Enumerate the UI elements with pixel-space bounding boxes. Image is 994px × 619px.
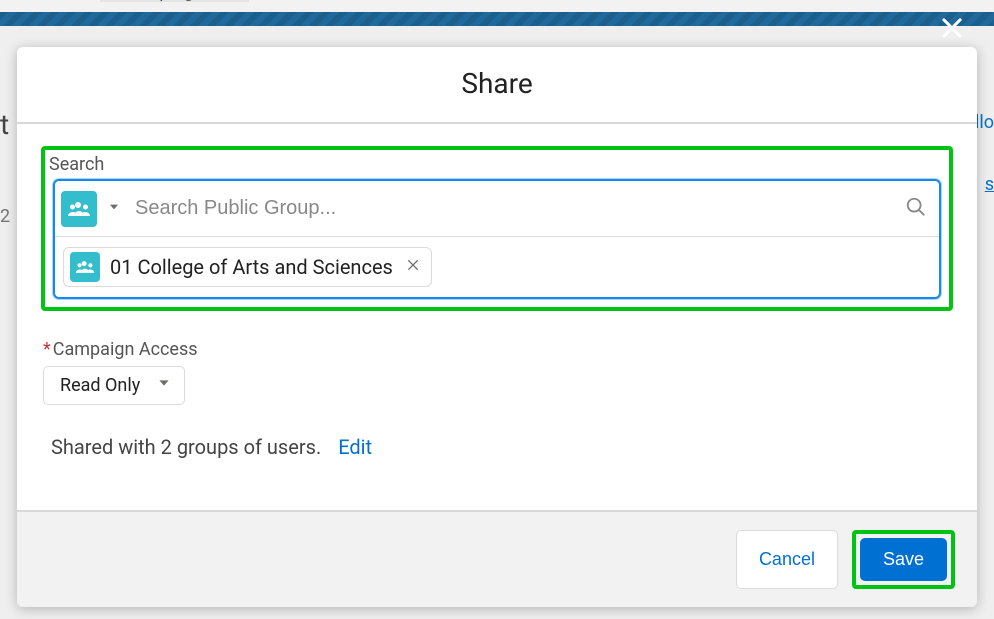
edit-link[interactable]: Edit [338, 435, 372, 459]
decorative-bar [0, 12, 994, 26]
access-block: *Campaign Access Read Only [41, 339, 953, 405]
shared-with-line: Shared with 2 groups of users. Edit [41, 435, 953, 459]
nav-item-licenses[interactable]: Licenses▾ [690, 0, 819, 2]
row-number-fragment: 2 [0, 206, 10, 227]
search-icon[interactable] [905, 196, 927, 222]
cancel-button[interactable]: Cancel [736, 530, 838, 589]
save-button[interactable]: Save [860, 538, 947, 581]
modal-footer: Cancel Save [17, 510, 977, 607]
pill-label: 01 College of Arts and Sciences [110, 255, 393, 279]
search-input[interactable] [121, 197, 905, 220]
nav-item-campaigns[interactable]: Campaigns▾ [100, 0, 249, 2]
search-region: Search [41, 146, 953, 311]
nav-item-contacts[interactable]: Contacts▾ [403, 0, 533, 2]
public-group-icon [61, 191, 97, 227]
modal-body: Search [17, 124, 977, 510]
shared-text: Shared with 2 groups of users. [51, 435, 321, 459]
required-star: * [43, 339, 51, 360]
nav-item-event[interactable]: Event L [819, 0, 921, 2]
save-highlight: Save [852, 530, 955, 589]
chevron-down-icon [156, 375, 172, 396]
selected-pills-row: 01 College of Arts and Sciences [55, 237, 939, 297]
top-nav: orts▾ Campaigns▾ Dashboards▾ Contacts▾ E… [0, 0, 994, 12]
share-modal: Share Search [17, 47, 977, 607]
access-select[interactable]: Read Only [43, 366, 185, 405]
nav-item-reports[interactable]: orts▾ [10, 0, 100, 2]
close-icon[interactable] [938, 14, 966, 42]
remove-pill-icon[interactable] [403, 255, 423, 279]
search-box: 01 College of Arts and Sciences [53, 179, 941, 299]
nav-item-email-sends[interactable]: Email Sends▾ [534, 0, 691, 2]
nav-item-dashboards[interactable]: Dashboards▾ [249, 0, 403, 2]
entity-type-picker[interactable] [107, 199, 121, 218]
search-row [55, 181, 939, 237]
access-label: *Campaign Access [43, 339, 953, 360]
search-label: Search [49, 154, 941, 175]
modal-title: Share [17, 67, 977, 100]
public-group-icon [70, 252, 100, 282]
link-fragment: s [985, 174, 994, 195]
page-title-fragment: t [0, 108, 9, 141]
selected-group-pill: 01 College of Arts and Sciences [63, 247, 432, 287]
access-select-value: Read Only [60, 375, 140, 396]
modal-header: Share [17, 47, 977, 124]
